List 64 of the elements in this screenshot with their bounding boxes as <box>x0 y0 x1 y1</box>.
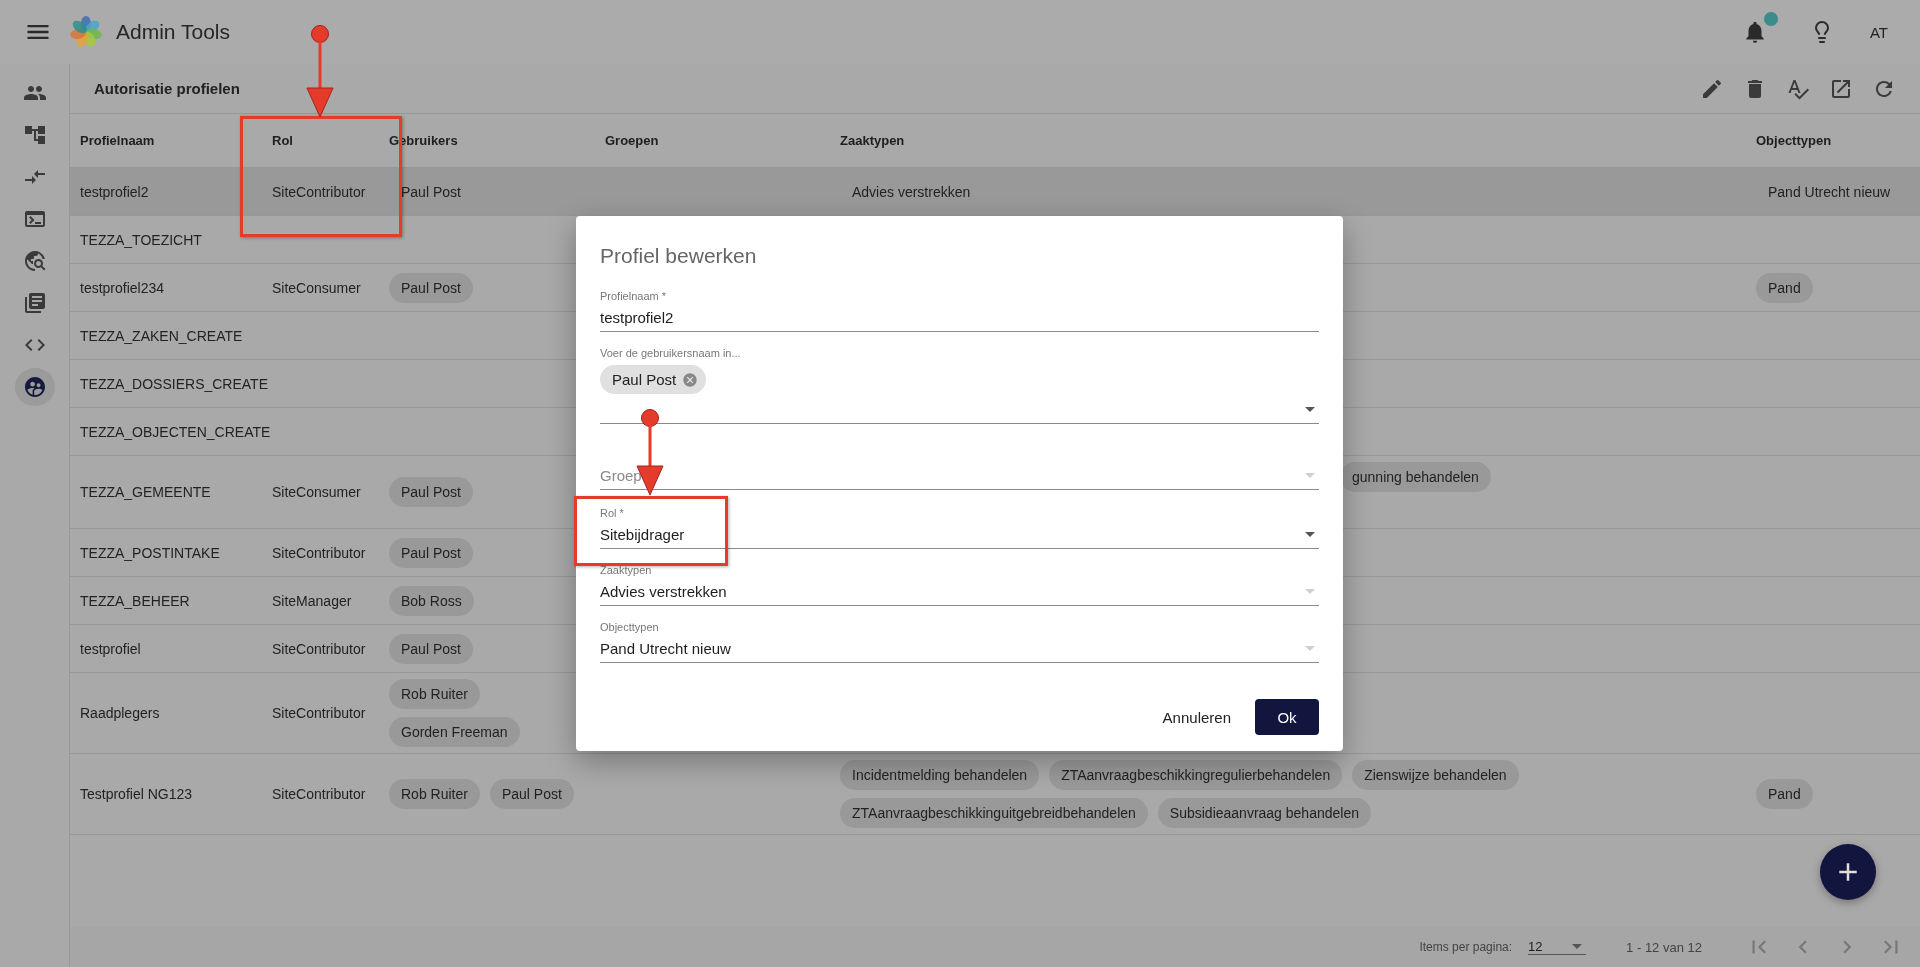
case-type-chip: ZTAanvraagbeschikkinguitgebreidbehandelen <box>840 798 1148 828</box>
table-cell-text: Advies verstrekken <box>851 183 971 200</box>
table-row[interactable]: testprofiel2 SiteContributor Paul Post Advies verstrekken Pand Utrecht nieuw <box>70 168 1920 216</box>
column-header[interactable]: Rol <box>272 133 389 148</box>
page-range: 1 - 12 van 12 <box>1626 939 1702 955</box>
object-type-chip: Pand <box>1756 272 1813 303</box>
table-cell: TEZZA_OBJECTEN_CREATE <box>80 423 271 440</box>
table-cell: SiteContributor <box>272 786 366 802</box>
ok-button[interactable]: Ok <box>1255 699 1319 735</box>
object-type-chip: Pand <box>1756 779 1813 809</box>
column-header[interactable]: Zaaktypen <box>840 133 1756 148</box>
case-type-chip: Subsidieaanvraag behandelen <box>1157 798 1371 828</box>
user-initials[interactable]: AT <box>1869 23 1888 41</box>
table-cell: TEZZA_DOSSIERS_CREATE <box>80 375 268 392</box>
user-chip: Paul Post <box>389 272 473 303</box>
case-type-chip: ZTAanvraagbeschikkingregulierbehandelen <box>1049 760 1343 790</box>
table-cell: TEZZA_TOEZICHT <box>80 231 202 248</box>
table-cell: TEZZA_POSTINTAKE <box>80 544 220 561</box>
user-chip: Paul Post <box>389 633 473 664</box>
case-type-chip: Incidentmelding behandelen <box>840 760 1040 790</box>
user-chip: Paul Post <box>389 477 473 507</box>
users-circle-icon[interactable] <box>14 368 55 406</box>
cancel-button[interactable]: Annuleren <box>1158 700 1235 734</box>
add-button[interactable] <box>1820 844 1876 900</box>
table-cell: Raadplegers <box>80 705 160 721</box>
page-size-select[interactable]: 12 <box>1528 939 1587 955</box>
user-chip: Paul Post <box>389 537 473 568</box>
column-header[interactable]: Profielnaam <box>80 133 272 148</box>
user-chip[interactable]: Paul Post <box>600 365 707 394</box>
user-chip: Bob Ross <box>389 585 474 616</box>
page-title: Autorisatie profielen <box>94 80 240 97</box>
table-cell: SiteConsumer <box>272 279 361 296</box>
table-cell: testprofiel2 <box>80 183 149 200</box>
dialog-title: Profiel bewerken <box>600 244 758 268</box>
table-cell: SiteContributor <box>272 183 366 200</box>
items-per-page-label: Items per pagina: <box>1419 940 1513 954</box>
table-cell-text: Pand Utrecht nieuw <box>1767 183 1891 200</box>
table-cell-text: Paul Post <box>400 183 461 200</box>
remove-icon[interactable] <box>682 371 699 388</box>
table-cell: SiteContributor <box>272 705 366 721</box>
user-chip: Paul Post <box>489 779 574 809</box>
column-header[interactable]: Objecttypen <box>1756 133 1920 148</box>
table-cell: TEZZA_GEMEENTE <box>80 484 211 500</box>
table-cell: TEZZA_BEHEER <box>80 592 190 609</box>
select-field[interactable]: Rol * Sitebijdrager <box>600 507 1319 549</box>
table-cell: testprofiel234 <box>80 279 165 296</box>
user-chip: Gorden Freeman <box>389 717 520 747</box>
caret-icon <box>1572 944 1583 949</box>
table-cell: testprofiel <box>80 640 141 657</box>
table-cell: SiteConsumer <box>272 484 361 500</box>
field-label: Voer de gebruikersnaam in... <box>600 347 741 359</box>
name-field[interactable]: Profielnaam * testprofiel2 <box>600 290 1319 332</box>
table-cell: SiteContributor <box>272 640 366 657</box>
table-cell: TEZZA_ZAKEN_CREATE <box>80 327 243 344</box>
user-chip: Rob Ruiter <box>389 679 480 709</box>
case-type-chip: Zienswijze behandelen <box>1352 760 1519 790</box>
column-header[interactable]: Groepen <box>605 133 840 148</box>
logo-icon <box>70 16 102 48</box>
user-chip: Rob Ruiter <box>389 779 480 809</box>
table-cell: Testprofiel NG123 <box>80 786 193 802</box>
table-cell: SiteManager <box>272 592 352 609</box>
table-cell: SiteContributor <box>272 544 366 561</box>
app-title: Admin Tools <box>116 20 230 44</box>
case-type-chip: gunning behandelen <box>1340 462 1491 492</box>
